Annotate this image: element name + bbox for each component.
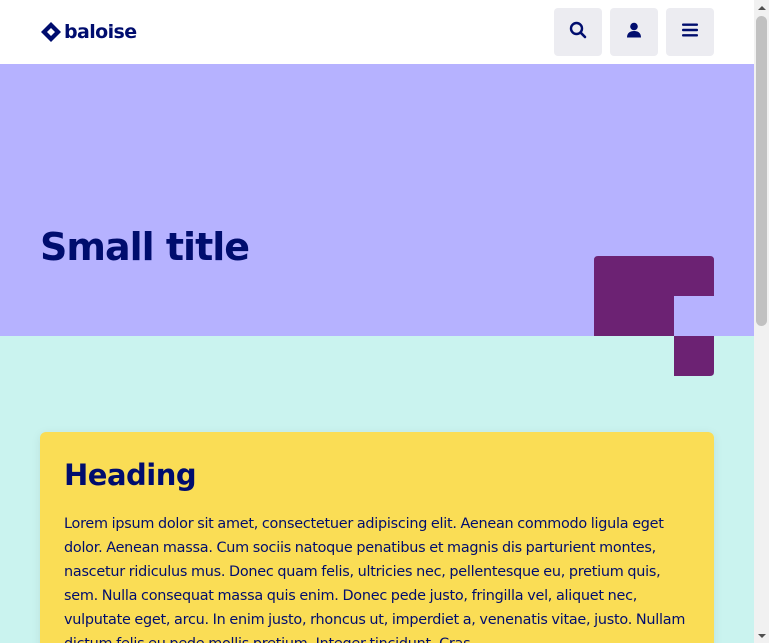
menu-button[interactable] [666, 8, 714, 56]
search-button[interactable] [554, 8, 602, 56]
logo-text: baloise [64, 21, 137, 43]
hero-title: Small title [40, 225, 250, 269]
menu-icon [680, 20, 700, 44]
vertical-scrollbar[interactable] [754, 0, 769, 643]
decorative-shape [594, 256, 714, 376]
card-body-text: Lorem ipsum dolor sit amet, consectetuer… [64, 516, 686, 643]
user-icon [624, 20, 644, 44]
scroll-up-arrow-icon[interactable] [754, 0, 769, 15]
search-icon [568, 20, 588, 44]
card-heading: Heading [64, 458, 197, 492]
site-header: baloise [0, 0, 754, 64]
page: baloise Small title Heading Lorem ipsum … [0, 0, 754, 643]
baloise-logo[interactable]: baloise [40, 19, 137, 45]
account-button[interactable] [610, 8, 658, 56]
content-card: Heading Lorem ipsum dolor sit amet, cons… [40, 432, 714, 643]
scrollbar-thumb[interactable] [756, 16, 767, 326]
logo-diamond-icon [40, 21, 62, 43]
scroll-down-arrow-icon[interactable] [754, 628, 769, 643]
